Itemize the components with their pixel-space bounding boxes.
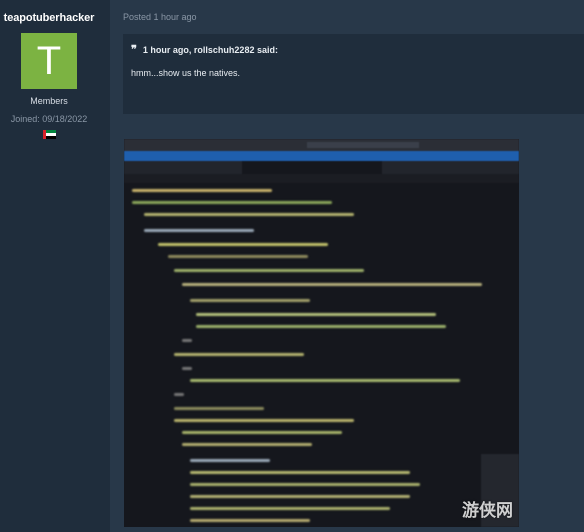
code-line [144,213,354,216]
joined-date: Joined: 09/18/2022 [10,114,88,124]
quote-citation[interactable]: 1 hour ago, rollschuh2282 said: [143,45,278,55]
editor-breadcrumb [124,174,519,183]
code-line [132,189,272,192]
code-line [190,299,310,302]
quote-text: hmm...show us the natives. [131,68,241,78]
code-line [174,419,354,422]
code-line [174,269,364,272]
quote-header: ❞ 1 hour ago, rollschuh2282 said: [131,43,278,56]
code-line [132,201,332,204]
code-line [190,459,270,462]
author-username[interactable]: teapotuberhacker [0,12,98,24]
attached-screenshot[interactable]: 游侠网 [124,139,519,527]
post-timestamp[interactable]: Posted 1 hour ago [123,12,197,22]
code-line [158,243,328,246]
code-line [182,443,312,446]
code-line [182,431,342,434]
code-line [190,495,410,498]
code-line [182,283,482,286]
quote-block: ❞ 1 hour ago, rollschuh2282 said: hmm...… [123,34,584,114]
code-line [190,471,410,474]
code-line [196,313,436,316]
editor-active-tab [242,161,382,174]
code-line [190,507,390,510]
code-line [182,339,192,342]
editor-title-text [307,142,419,148]
editor-notification-bar [124,151,519,161]
code-line [144,229,254,232]
avatar[interactable]: T [21,33,77,89]
quote-icon[interactable]: ❞ [131,43,137,56]
code-line [174,407,264,410]
author-sidebar: teapotuberhacker T Members Joined: 09/18… [0,0,110,532]
uae-flag-icon [43,130,56,139]
site-watermark: 游侠网 [462,501,513,521]
code-line [196,325,446,328]
code-line [168,255,308,258]
member-group: Members [30,96,68,106]
code-line [190,519,310,522]
code-line [174,353,304,356]
code-line [190,379,460,382]
code-line [190,483,420,486]
code-line [174,393,184,396]
code-line [182,367,192,370]
post-content: Posted 1 hour ago ❞ 1 hour ago, rollschu… [110,0,584,532]
